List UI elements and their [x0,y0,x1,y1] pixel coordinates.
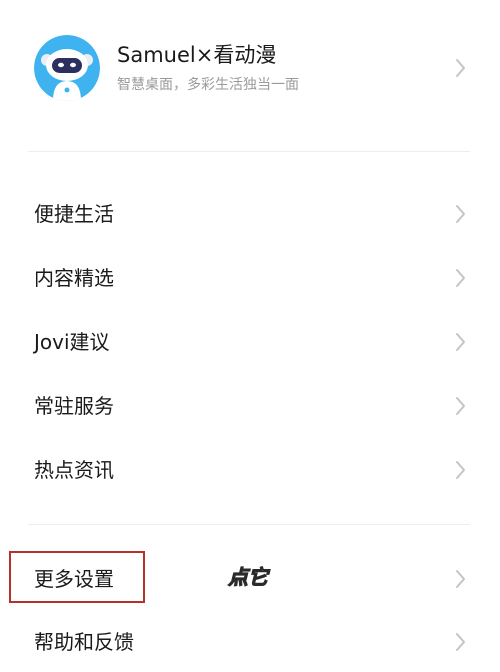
menu-item-label: 便捷生活 [34,202,114,226]
menu-item-label: 热点资讯 [34,458,114,482]
menu-item-hot-news[interactable]: 热点资讯 [0,440,500,500]
menu-item-convenient-life[interactable]: 便捷生活 [0,184,500,244]
chevron-right-icon [455,204,466,224]
annotation-label: 点它 [228,565,269,590]
robot-avatar-icon[interactable] [34,35,100,101]
section-divider [28,151,470,152]
menu-item-label: 常驻服务 [34,394,114,418]
profile-name: Samuel×看动漫 [117,43,277,67]
menu-item-jovi-suggestions[interactable]: Jovi建议 [0,312,500,372]
chevron-right-icon [455,632,466,652]
menu-item-label: 内容精选 [34,266,114,290]
chevron-right-icon [455,396,466,416]
chevron-right-icon [455,460,466,480]
menu-item-resident-services[interactable]: 常驻服务 [0,376,500,436]
chevron-right-icon [455,268,466,288]
menu-item-help-feedback[interactable]: 帮助和反馈 [0,612,500,672]
profile-subtitle: 智慧桌面，多彩生活独当一面 [117,77,299,93]
menu-item-label: Jovi建议 [34,330,110,354]
chevron-right-icon [455,58,466,78]
section-divider [28,524,470,525]
menu-item-featured-content[interactable]: 内容精选 [0,248,500,308]
menu-item-label: 帮助和反馈 [34,630,134,654]
highlight-box [9,551,145,603]
chevron-right-icon [455,569,466,589]
profile-header[interactable]: Samuel×看动漫 智慧桌面，多彩生活独当一面 [0,0,500,150]
chevron-right-icon [455,332,466,352]
